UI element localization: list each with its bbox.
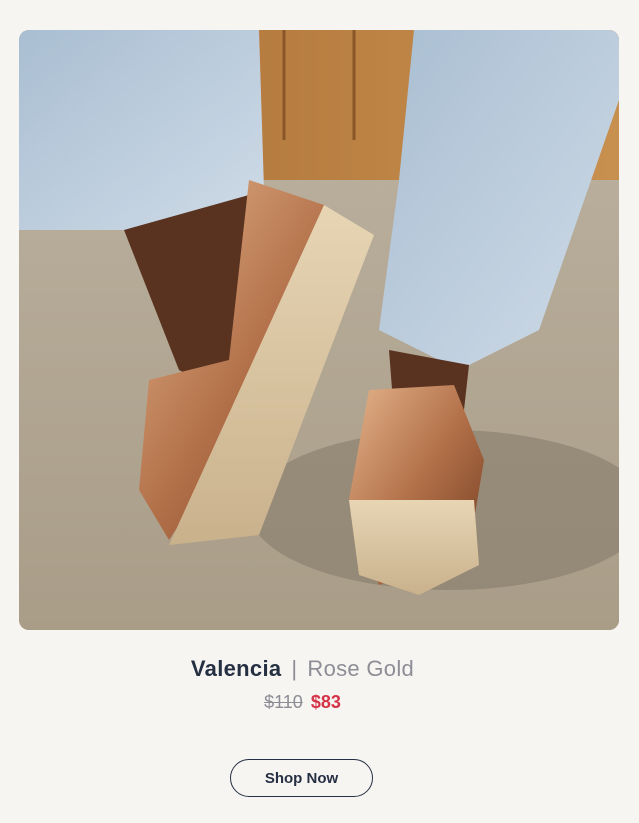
product-photo[interactable]: [19, 30, 619, 630]
product-photo-illustration: [19, 30, 619, 630]
shop-now-button[interactable]: Shop Now: [230, 759, 373, 797]
original-price: $110: [264, 692, 303, 712]
price-row: $110 $83: [0, 688, 605, 716]
title-separator: |: [291, 656, 298, 681]
product-title: Valencia | Rose Gold: [0, 652, 605, 686]
sale-price: $83: [310, 692, 341, 712]
product-info: Valencia | Rose Gold $110 $83: [0, 652, 605, 716]
product-name[interactable]: Valencia: [191, 656, 281, 681]
product-color: Rose Gold: [307, 656, 415, 681]
